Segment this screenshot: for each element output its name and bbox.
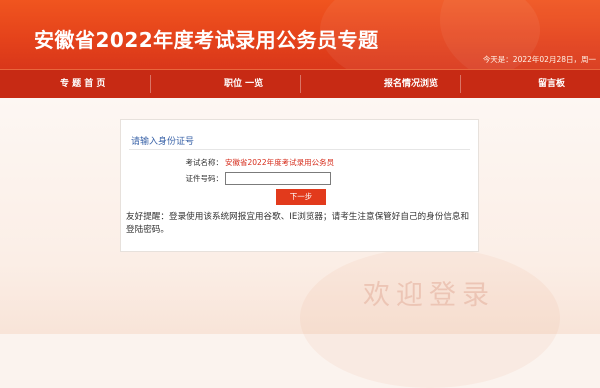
login-panel: 请输入身份证号 考试名称： 安徽省2022年度考试录用公务员 证件号码： 下一步… <box>120 119 479 252</box>
exam-name-label: 考试名称： <box>185 158 224 167</box>
nav-item-positions[interactable]: 职位 一览 <box>224 70 263 98</box>
nav-item-registration-status[interactable]: 报名情况浏览 <box>384 70 438 98</box>
friendly-reminder-text: 友好提醒：登录使用该系统网报宜用谷歌、IE浏览器；请考生注意保管好自己的身份信息… <box>126 212 470 235</box>
main-nav: 专 题 首 页 职位 一览 报名情况浏览 留言板 <box>0 69 600 98</box>
next-step-button[interactable]: 下一步 <box>276 189 326 205</box>
background-decoration <box>300 248 560 388</box>
nav-divider <box>300 75 301 93</box>
site-header: 安徽省2022年度考试录用公务员专题 今天是：2022年02月28日，周一 <box>0 0 600 69</box>
id-number-label: 证件号码： <box>185 174 224 183</box>
title-divider <box>129 149 470 150</box>
nav-item-home[interactable]: 专 题 首 页 <box>60 70 105 98</box>
nav-item-message-board[interactable]: 留言板 <box>538 70 565 98</box>
current-date: 今天是：2022年02月28日，周一 <box>482 55 596 64</box>
nav-divider <box>150 75 151 93</box>
nav-divider <box>460 75 461 93</box>
welcome-login-watermark: 欢迎登录 <box>363 280 495 311</box>
exam-name-value: 安徽省2022年度考试录用公务员 <box>225 158 335 167</box>
login-panel-title: 请输入身份证号 <box>131 137 195 147</box>
id-number-input[interactable] <box>225 172 331 185</box>
site-title: 安徽省2022年度考试录用公务员专题 <box>34 28 379 52</box>
